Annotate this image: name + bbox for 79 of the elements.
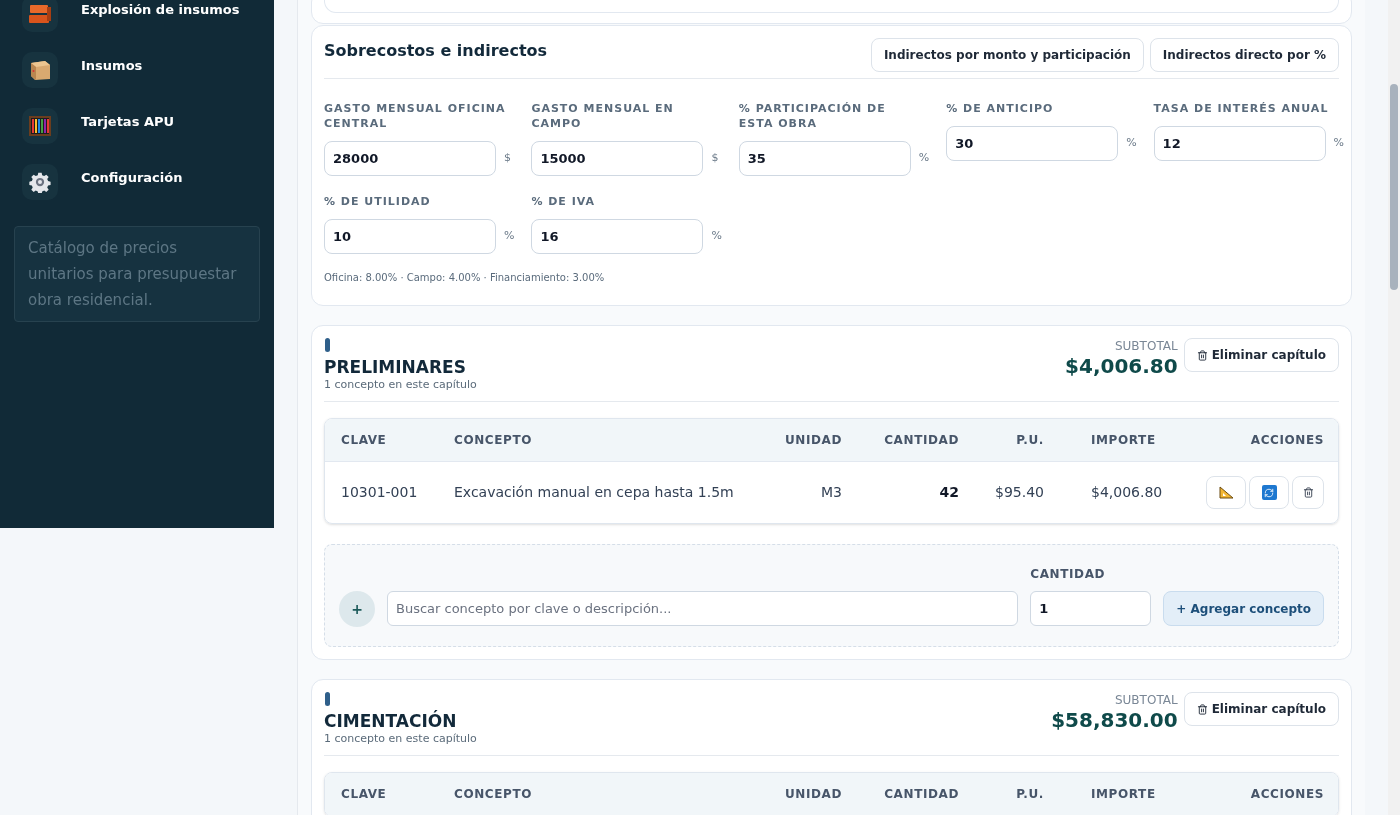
unit-label: % <box>1333 135 1345 152</box>
field-label: GASTO MENSUAL EN CAMPO <box>531 101 675 131</box>
subtotal-value: $4,006.80 <box>1065 354 1178 378</box>
subtotal-label: SUBTOTAL <box>1114 692 1178 708</box>
add-concept-button[interactable]: + Agregar concepto <box>1163 591 1324 626</box>
column-header: UNIDAD <box>783 432 842 449</box>
delete-chapter-button[interactable]: Eliminar capítulo <box>1183 338 1339 372</box>
search-field[interactable]: Buscar concepto por clave o descripción... <box>387 591 1019 626</box>
number-field[interactable]: 16 <box>531 219 704 254</box>
field-label: % DE IVA <box>531 194 597 209</box>
column-header: CANTIDAD <box>883 432 959 449</box>
number-field[interactable]: 30 <box>946 126 1119 161</box>
field-label: GASTO MENSUAL OFICINA CENTRAL <box>324 101 507 131</box>
replace-button[interactable] <box>1249 476 1289 509</box>
column-header: ACCIONES <box>1249 786 1324 803</box>
number-field[interactable]: 12 <box>1153 126 1326 161</box>
column-header: ACCIONES <box>1249 432 1324 449</box>
field-label: TASA DE INTERÉS ANUAL <box>1153 101 1330 116</box>
sidebar-note: Catálogo de precios unitarios para presupuestar obra residencial. <box>14 226 260 322</box>
unit-label: % <box>1126 135 1137 152</box>
subtotal-label: SUBTOTAL <box>1114 338 1178 354</box>
sidebar-item[interactable]: Explosión de insumos <box>22 0 252 32</box>
trash-icon <box>1196 349 1208 361</box>
unit-label: $ <box>504 150 511 167</box>
box-icon <box>28 58 52 82</box>
column-header: P.U. <box>1015 786 1044 803</box>
table-cell-text: Excavación manual en cepa hasta 1.5m <box>454 483 735 502</box>
section-title: Sobrecostos e indirectos <box>324 40 548 62</box>
chapter-count: 1 concepto en este capítulo <box>324 377 477 393</box>
column-header: P.U. <box>1015 432 1044 449</box>
refresh-icon <box>1261 485 1277 500</box>
scrollbar-thumb[interactable] <box>1390 84 1398 290</box>
sidebar-item[interactable]: Insumos <box>22 52 252 88</box>
column-header: CONCEPTO <box>454 432 534 449</box>
column-header: UNIDAD <box>783 786 842 803</box>
column-header: IMPORTE <box>1090 786 1157 803</box>
field-label: % DE UTILIDAD <box>324 194 432 209</box>
table-cell-text: M3 <box>820 483 842 502</box>
chapter-count: 1 concepto en este capítulo <box>324 731 477 747</box>
delete-button[interactable] <box>1292 476 1324 509</box>
unit-label: % <box>504 228 515 245</box>
unit-label: % <box>711 228 722 245</box>
delete-chapter-button[interactable]: Eliminar capítulo <box>1183 692 1339 726</box>
number-field[interactable]: 35 <box>738 141 911 176</box>
quantity-field[interactable]: 1 <box>1030 591 1152 626</box>
field-label: % DE ANTICIPO <box>946 101 1055 116</box>
chapter-title: CIMENTACIÓN <box>324 711 458 731</box>
gear-icon <box>29 171 51 193</box>
table-cell-text: 42 <box>938 483 959 502</box>
unit-label: % <box>918 150 930 167</box>
measure-button[interactable] <box>1206 476 1246 509</box>
mode-button[interactable]: Indirectos directo por % <box>1149 38 1339 72</box>
mode-button[interactable]: Indirectos por monto y participación <box>870 38 1144 72</box>
abacus-icon <box>28 115 52 137</box>
triangle-ruler-icon <box>1218 486 1234 499</box>
drag-handle-icon[interactable] <box>325 338 330 352</box>
number-field[interactable]: 15000 <box>531 141 704 176</box>
column-header: CONCEPTO <box>454 786 534 803</box>
quantity-label: CANTIDAD <box>1030 566 1107 583</box>
column-header: IMPORTE <box>1090 432 1157 449</box>
column-header: CANTIDAD <box>883 786 959 803</box>
number-field[interactable]: 28000 <box>324 141 496 176</box>
subtotal-value: $58,830.00 <box>1051 708 1178 732</box>
table-cell-text: $4,006.80 <box>1090 483 1164 502</box>
bricks-icon <box>28 3 52 25</box>
field-label: % PARTICIPACIÓN DE ESTA OBRA <box>738 101 887 131</box>
sidebar-item[interactable]: Configuración <box>22 164 252 200</box>
column-header: CLAVE <box>341 786 388 803</box>
table-cell-text: $95.40 <box>994 483 1044 502</box>
number-field[interactable]: 10 <box>324 219 496 254</box>
sidebar-item[interactable]: Tarjetas APU <box>22 108 252 144</box>
drag-handle-icon[interactable] <box>325 692 330 706</box>
column-header: CLAVE <box>341 432 388 449</box>
unit-label: $ <box>711 150 719 167</box>
trash-icon <box>1196 703 1208 715</box>
table-cell-text: 10301-001 <box>341 483 419 502</box>
trash-icon <box>1302 487 1314 498</box>
summary-text: Oficina: 8.00% · Campo: 4.00% · Financiamiento: 3.00% <box>324 271 606 285</box>
chapter-title: PRELIMINARES <box>324 357 467 377</box>
